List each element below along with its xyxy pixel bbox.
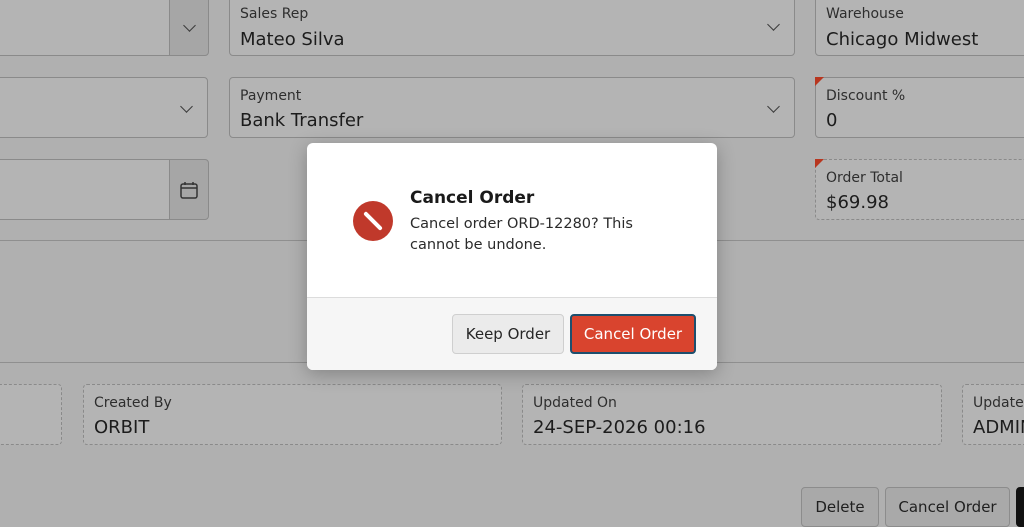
updated-by-value: ADMIN — [973, 417, 1024, 438]
confirm-cancel-order-button[interactable]: Cancel Order — [570, 314, 696, 354]
chevron-down-icon — [767, 100, 780, 113]
payment-label: Payment — [240, 88, 302, 104]
date-field[interactable] — [0, 159, 209, 220]
sales-rep-value: Mateo Silva — [240, 29, 345, 50]
created-by-value: ORBIT — [94, 417, 150, 438]
chevron-down-icon — [180, 100, 193, 113]
payment-select[interactable]: Payment Bank Transfer — [229, 77, 795, 138]
audit-field-left — [0, 384, 62, 445]
order-total-field: Order Total $69.98 — [815, 159, 1024, 220]
payment-value: Bank Transfer — [240, 110, 364, 131]
left-select-2[interactable] — [0, 77, 208, 138]
order-total-value: $69.98 — [826, 192, 889, 213]
required-marker — [815, 77, 824, 86]
updated-on-field: Updated On 24-SEP-2026 00:16 — [522, 384, 942, 445]
discount-value: 0 — [826, 110, 838, 131]
left-select-1-dropdown-button[interactable] — [169, 0, 209, 56]
delete-button[interactable]: Delete — [801, 487, 879, 527]
created-by-label: Created By — [94, 395, 172, 411]
discount-field[interactable]: Discount % 0 — [815, 77, 1024, 138]
primary-action-button[interactable] — [1016, 487, 1024, 527]
dialog-title: Cancel Order — [410, 188, 535, 208]
calendar-icon — [180, 182, 198, 199]
required-marker — [815, 159, 824, 168]
updated-on-label: Updated On — [533, 395, 617, 411]
dialog-message: Cancel order ORD-12280? This cannot be u… — [410, 216, 633, 253]
cancel-order-dialog: Cancel Order Cancel order ORD-12280? Thi… — [307, 143, 717, 370]
sales-rep-label: Sales Rep — [240, 6, 309, 22]
updated-on-value: 24-SEP-2026 00:16 — [533, 417, 706, 438]
warehouse-value: Chicago Midwest — [826, 29, 979, 50]
discount-label: Discount % — [826, 88, 906, 104]
cancel-order-button[interactable]: Cancel Order — [885, 487, 1010, 527]
updated-by-label: Updated — [973, 395, 1024, 411]
updated-by-field: Updated ADMIN — [962, 384, 1024, 445]
date-picker-button[interactable] — [169, 159, 209, 220]
keep-order-button[interactable]: Keep Order — [452, 314, 564, 354]
warehouse-label: Warehouse — [826, 6, 904, 22]
chevron-down-icon — [183, 19, 196, 32]
left-select-1[interactable] — [0, 0, 209, 56]
warehouse-select[interactable]: Warehouse Chicago Midwest — [815, 0, 1024, 56]
sales-rep-select[interactable]: Sales Rep Mateo Silva — [229, 0, 795, 56]
order-total-label: Order Total — [826, 170, 903, 186]
cancel-icon — [353, 201, 393, 241]
chevron-down-icon — [767, 18, 780, 31]
created-by-field: Created By ORBIT — [83, 384, 502, 445]
